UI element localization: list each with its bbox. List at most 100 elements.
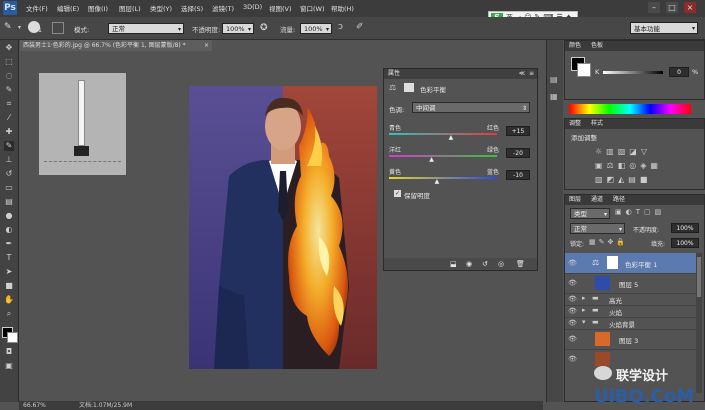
yellow-blue-value[interactable]: -10 bbox=[506, 170, 530, 180]
menu-filter[interactable]: 滤镜(T) bbox=[212, 3, 234, 13]
eraser-tool-icon[interactable]: ▭ bbox=[4, 183, 14, 193]
stamp-tool-icon[interactable]: ⊥ bbox=[4, 155, 14, 165]
layer-mask-thumbnail[interactable] bbox=[607, 256, 618, 269]
quick-select-tool-icon[interactable]: ✎ bbox=[4, 85, 14, 95]
tab-channels[interactable]: 通道 bbox=[591, 195, 603, 205]
menu-window[interactable]: 窗口(W) bbox=[300, 3, 325, 13]
move-tool-icon[interactable]: ✥ bbox=[4, 43, 14, 53]
chevron-down-icon[interactable]: ▾ bbox=[582, 318, 586, 326]
dodge-tool-icon[interactable]: ◐ bbox=[4, 225, 14, 235]
pressure-size-icon[interactable]: ✐ bbox=[356, 22, 364, 32]
menu-file[interactable]: 文件(F) bbox=[26, 3, 48, 13]
type-tool-icon[interactable]: T bbox=[4, 253, 14, 263]
tab-paths[interactable]: 路径 bbox=[613, 195, 625, 205]
hand-tool-icon[interactable]: ✋ bbox=[4, 295, 14, 305]
brush-dropdown-icon[interactable]: ▾ bbox=[18, 24, 21, 31]
layer-row-color-balance[interactable]: 👁 ⚖ 色彩平衡 1 bbox=[565, 253, 702, 274]
magenta-green-slider-thumb[interactable]: ▲ bbox=[429, 156, 434, 163]
close-icon[interactable]: × bbox=[204, 40, 209, 51]
visibility-icon[interactable]: ◎ bbox=[498, 260, 504, 268]
flow-field[interactable]: 100% ▾ bbox=[300, 23, 332, 34]
mask-icon[interactable] bbox=[404, 83, 414, 92]
brush-panel-icon[interactable] bbox=[52, 22, 64, 34]
tab-color[interactable]: 颜色 bbox=[569, 41, 581, 51]
blend-mode-select[interactable]: 正常 ▾ bbox=[570, 223, 625, 234]
chevron-right-icon[interactable]: ▸ bbox=[582, 306, 586, 314]
collapse-icon[interactable]: ≪ bbox=[519, 69, 525, 79]
properties-tab[interactable]: 属性 bbox=[388, 69, 400, 79]
layer-filter-icons[interactable]: ▣◐T▢▨ bbox=[615, 208, 665, 216]
fill-value[interactable]: 100% bbox=[671, 238, 699, 248]
menu-image[interactable]: 图像(I) bbox=[88, 3, 108, 13]
menu-edit[interactable]: 编辑(E) bbox=[57, 3, 79, 13]
workspace-select[interactable]: 基本功能 ▾ bbox=[630, 22, 698, 34]
k-slider[interactable] bbox=[603, 71, 663, 74]
pressure-opacity-icon[interactable]: ✪ bbox=[260, 23, 268, 33]
background-color-swatch[interactable] bbox=[7, 332, 18, 343]
adjustment-icons-row-2[interactable]: ▣⚖◧◎◈▦ bbox=[595, 161, 662, 170]
adjustment-icons-row-3[interactable]: ▨◩◭▤■ bbox=[595, 175, 651, 184]
brush-tool-icon[interactable]: ✎ bbox=[4, 141, 14, 151]
reset-icon[interactable]: ↺ bbox=[482, 260, 488, 268]
tab-swatches[interactable]: 色板 bbox=[591, 41, 603, 51]
screen-mode-icon[interactable]: ▣ bbox=[4, 361, 14, 371]
history-brush-tool-icon[interactable]: ↺ bbox=[4, 169, 14, 179]
layer-opacity-value[interactable]: 100% bbox=[671, 223, 699, 233]
tone-select[interactable]: 中间调 ⇕ bbox=[412, 102, 530, 113]
pen-tool-icon[interactable]: ✒ bbox=[4, 239, 14, 249]
cyan-red-value[interactable]: +15 bbox=[506, 126, 530, 136]
layer-row-layer-3[interactable]: 👁 图层 3 bbox=[565, 329, 702, 350]
layer-filter-select[interactable]: 类型 ▾ bbox=[570, 208, 610, 219]
menu-view[interactable]: 视图(V) bbox=[269, 3, 292, 13]
properties-panel-icon[interactable]: ▦ bbox=[550, 92, 560, 102]
history-panel-icon[interactable]: ▤ bbox=[550, 75, 560, 85]
panel-menu-icon[interactable]: ≡ bbox=[529, 69, 534, 79]
yellow-blue-slider[interactable] bbox=[389, 177, 497, 179]
menu-select[interactable]: 选择(S) bbox=[181, 3, 203, 13]
eye-icon[interactable]: 👁 bbox=[568, 355, 577, 363]
zoom-level[interactable]: 66.67% bbox=[23, 401, 46, 410]
minimize-button[interactable]: – bbox=[648, 2, 660, 13]
eye-icon[interactable]: 👁 bbox=[568, 319, 577, 327]
opacity-field[interactable]: 100% ▾ bbox=[222, 23, 254, 34]
eye-icon[interactable]: 👁 bbox=[568, 295, 577, 303]
eye-icon[interactable]: 👁 bbox=[568, 279, 577, 287]
document-tab[interactable]: 西装男士1·色彩的.jpg @ 66.7% (色彩平衡 1, 图层蒙版/8) *… bbox=[20, 40, 212, 51]
tab-layers[interactable]: 图层 bbox=[569, 195, 581, 205]
color-spectrum-bar[interactable] bbox=[569, 104, 691, 114]
yellow-blue-slider-thumb[interactable]: ▲ bbox=[435, 178, 440, 185]
marquee-tool-icon[interactable]: ⬚ bbox=[4, 57, 14, 67]
lasso-tool-icon[interactable]: ◌ bbox=[4, 71, 14, 81]
mode-select[interactable]: 正常 ▾ bbox=[108, 23, 184, 34]
blur-tool-icon[interactable]: ● bbox=[4, 211, 14, 221]
eyedropper-tool-icon[interactable]: ⁄ bbox=[4, 113, 14, 123]
view-previous-icon[interactable]: ◉ bbox=[466, 260, 472, 268]
magenta-green-slider[interactable] bbox=[389, 155, 497, 157]
quick-mask-icon[interactable]: ◘ bbox=[4, 347, 14, 357]
preserve-luminosity-checkbox[interactable]: ✓ bbox=[394, 190, 401, 197]
crop-tool-icon[interactable]: ⌗ bbox=[4, 99, 14, 109]
lock-icons[interactable]: ▦✎✥🔒 bbox=[589, 238, 628, 246]
background-color-swatch[interactable] bbox=[577, 63, 591, 77]
healing-tool-icon[interactable]: ✚ bbox=[4, 127, 14, 137]
cyan-red-slider[interactable] bbox=[389, 133, 497, 135]
maximize-button[interactable]: □ bbox=[666, 2, 678, 13]
magenta-green-value[interactable]: -20 bbox=[506, 148, 530, 158]
trash-icon[interactable]: 🗑 bbox=[516, 260, 525, 268]
cyan-red-slider-thumb[interactable]: ▲ bbox=[449, 134, 454, 141]
path-select-tool-icon[interactable]: ➤ bbox=[4, 267, 14, 277]
menu-3d[interactable]: 3D(D) bbox=[243, 3, 262, 11]
k-value[interactable]: 0 bbox=[669, 67, 689, 77]
menu-type[interactable]: 类型(Y) bbox=[150, 3, 172, 13]
photo-canvas[interactable] bbox=[189, 86, 377, 369]
gradient-tool-icon[interactable]: ▤ bbox=[4, 197, 14, 207]
scrollbar-thumb[interactable] bbox=[697, 257, 701, 297]
zoom-tool-icon[interactable]: ⌕ bbox=[4, 309, 14, 319]
close-button[interactable]: × bbox=[684, 2, 696, 13]
airbrush-icon[interactable]: ↄ bbox=[338, 22, 343, 32]
clip-to-layer-icon[interactable]: ⬓ bbox=[450, 260, 457, 268]
layer-row-layer-5[interactable]: 👁 图层 5 bbox=[565, 273, 702, 294]
adjustment-icons-row-1[interactable]: ☼▥▧◪▽ bbox=[595, 147, 651, 156]
brush-tool-icon[interactable]: ✎ bbox=[4, 22, 12, 32]
menu-help[interactable]: 帮助(H) bbox=[331, 3, 354, 13]
